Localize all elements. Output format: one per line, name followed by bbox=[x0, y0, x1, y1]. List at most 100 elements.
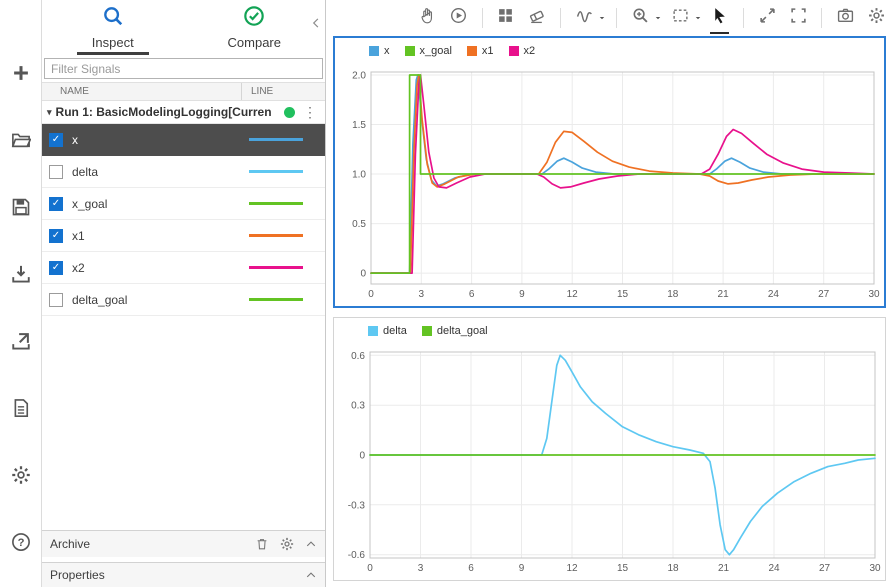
legend-item-x[interactable]: x bbox=[369, 45, 390, 57]
play-icon bbox=[450, 7, 467, 29]
dropdown-caret-icon[interactable] bbox=[654, 14, 663, 22]
clear-plots-button[interactable] bbox=[524, 5, 549, 31]
signal-checkbox[interactable]: ✓ bbox=[49, 196, 63, 211]
run-label: Run 1: BasicModelingLogging[Curren bbox=[55, 105, 272, 119]
legend-top: x x_goal x1 x2 bbox=[335, 38, 884, 64]
run-menu-icon[interactable]: ⋮ bbox=[300, 104, 320, 121]
signal-row-x_goal[interactable]: ✓ x_goal bbox=[42, 188, 325, 220]
properties-bar[interactable]: Properties bbox=[42, 562, 325, 587]
filter-signals-input[interactable] bbox=[44, 58, 323, 79]
run-row[interactable]: ▾ Run 1: BasicModelingLogging[Curren ⋮ bbox=[42, 101, 325, 124]
export-button[interactable] bbox=[8, 330, 34, 356]
preferences-button[interactable] bbox=[8, 464, 34, 490]
expand-icon bbox=[759, 7, 776, 29]
svg-text:18: 18 bbox=[667, 289, 679, 300]
pan-tool-button[interactable] bbox=[415, 5, 440, 31]
svg-text:0: 0 bbox=[360, 269, 366, 280]
tab-inspect-label: Inspect bbox=[91, 35, 134, 50]
signal-checkbox[interactable] bbox=[49, 292, 63, 307]
open-button[interactable] bbox=[8, 129, 34, 155]
plot-area: x x_goal x1 x2 0 3 6 9 12 15 18 21 24 27 30 0 0.5 1.0 1.5… bbox=[326, 0, 892, 587]
svg-text:-0.3: -0.3 bbox=[348, 500, 366, 511]
legend-item-x_goal[interactable]: x_goal bbox=[404, 45, 452, 57]
svg-text:12: 12 bbox=[566, 563, 578, 574]
snapshot-button[interactable] bbox=[833, 5, 858, 31]
svg-text:?: ? bbox=[17, 537, 24, 549]
import-button[interactable] bbox=[8, 263, 34, 289]
signal-name: x_goal bbox=[72, 196, 108, 211]
subplot-delta[interactable]: delta delta_goal 0 3 6 9 12 15 18 21 24 27 30 -0.6 -0… bbox=[333, 317, 886, 581]
gear-icon[interactable] bbox=[280, 537, 294, 551]
plot-settings-button[interactable] bbox=[864, 5, 889, 31]
save-button[interactable] bbox=[8, 196, 34, 222]
help-button[interactable]: ? bbox=[8, 531, 34, 557]
archive-label: Archive bbox=[50, 537, 91, 551]
legend-item-delta[interactable]: delta bbox=[368, 325, 407, 337]
signal-style-button[interactable] bbox=[572, 5, 597, 31]
signal-name: x1 bbox=[72, 228, 85, 243]
zoom-button[interactable] bbox=[628, 5, 653, 31]
svg-text:27: 27 bbox=[819, 563, 831, 574]
signal-row-x1[interactable]: ✓ x1 bbox=[42, 220, 325, 252]
camera-icon bbox=[837, 7, 854, 29]
signal-row-x[interactable]: ✓ x bbox=[42, 124, 325, 156]
svg-text:1.5: 1.5 bbox=[352, 120, 366, 131]
legend-label: delta_goal bbox=[436, 325, 488, 337]
svg-text:0.5: 0.5 bbox=[352, 219, 366, 230]
legend-label: delta bbox=[383, 325, 407, 337]
plus-icon bbox=[11, 63, 31, 88]
dropdown-caret-icon[interactable] bbox=[598, 14, 607, 22]
chart-x[interactable]: 0 3 6 9 12 15 18 21 24 27 30 0 0.5 1.0 1.5 2.0 bbox=[335, 64, 883, 306]
legend-item-delta_goal[interactable]: delta_goal bbox=[421, 325, 488, 337]
legend-label: x_goal bbox=[419, 45, 452, 57]
legend-item-x1[interactable]: x1 bbox=[466, 45, 494, 57]
gear-icon bbox=[11, 465, 31, 490]
plots-container: x x_goal x1 x2 0 3 6 9 12 15 18 21 24 27 30 0 0.5 1.0 1.5… bbox=[326, 36, 892, 587]
fit-to-view-button[interactable] bbox=[755, 5, 780, 31]
tab-compare[interactable]: Compare bbox=[184, 0, 326, 55]
legend-item-x2[interactable]: x2 bbox=[508, 45, 535, 57]
column-header-line[interactable]: LINE bbox=[241, 83, 325, 100]
legend-swatch bbox=[368, 326, 378, 336]
signal-row-delta_goal[interactable]: delta_goal bbox=[42, 284, 325, 316]
column-header-name[interactable]: NAME bbox=[42, 83, 241, 100]
zoom-region-button[interactable] bbox=[668, 5, 693, 31]
collapse-archive-icon[interactable] bbox=[305, 538, 317, 550]
run-expand-icon[interactable]: ▾ bbox=[47, 107, 52, 118]
signal-line-swatch bbox=[249, 234, 303, 237]
signal-row-delta[interactable]: delta bbox=[42, 156, 325, 188]
trash-icon[interactable] bbox=[255, 537, 269, 551]
subplot-layout-button[interactable] bbox=[494, 5, 519, 31]
svg-text:0.3: 0.3 bbox=[351, 401, 365, 412]
panel-empty-space bbox=[42, 316, 325, 530]
signal-checkbox[interactable]: ✓ bbox=[49, 228, 63, 243]
svg-text:0: 0 bbox=[359, 451, 365, 462]
dropdown-caret-icon[interactable] bbox=[694, 14, 703, 22]
report-icon bbox=[11, 398, 31, 423]
create-report-button[interactable] bbox=[8, 397, 34, 423]
svg-text:6: 6 bbox=[468, 563, 474, 574]
subplot-x[interactable]: x x_goal x1 x2 0 3 6 9 12 15 18 21 24 27 30 0 0.5 1.0 1.5… bbox=[333, 36, 886, 308]
pointer-tool-button[interactable] bbox=[707, 5, 732, 34]
toolbar-separator bbox=[560, 8, 562, 28]
signal-checkbox[interactable]: ✓ bbox=[49, 260, 63, 275]
signal-row-x2[interactable]: ✓ x2 bbox=[42, 252, 325, 284]
search-icon bbox=[102, 5, 124, 32]
collapse-properties-icon[interactable] bbox=[305, 569, 317, 581]
chart-delta[interactable]: 0 3 6 9 12 15 18 21 24 27 30 -0.6 -0.3 0 0.3 0.6 bbox=[334, 344, 884, 580]
legend-swatch bbox=[404, 46, 415, 56]
archive-bar[interactable]: Archive bbox=[42, 530, 325, 557]
signal-checkbox[interactable] bbox=[49, 164, 63, 179]
replay-button[interactable] bbox=[446, 5, 471, 31]
layout-icon bbox=[497, 7, 514, 29]
maximize-button[interactable] bbox=[786, 5, 811, 31]
signal-checkbox[interactable]: ✓ bbox=[49, 132, 63, 147]
collapse-panel-icon[interactable] bbox=[310, 16, 322, 34]
toolbar-separator bbox=[742, 8, 744, 28]
signal-line-swatch bbox=[249, 202, 303, 205]
svg-text:2.0: 2.0 bbox=[352, 71, 366, 82]
svg-text:3: 3 bbox=[419, 289, 425, 300]
import-icon bbox=[11, 264, 31, 289]
tab-inspect[interactable]: Inspect bbox=[42, 0, 184, 55]
new-button[interactable] bbox=[8, 62, 34, 88]
